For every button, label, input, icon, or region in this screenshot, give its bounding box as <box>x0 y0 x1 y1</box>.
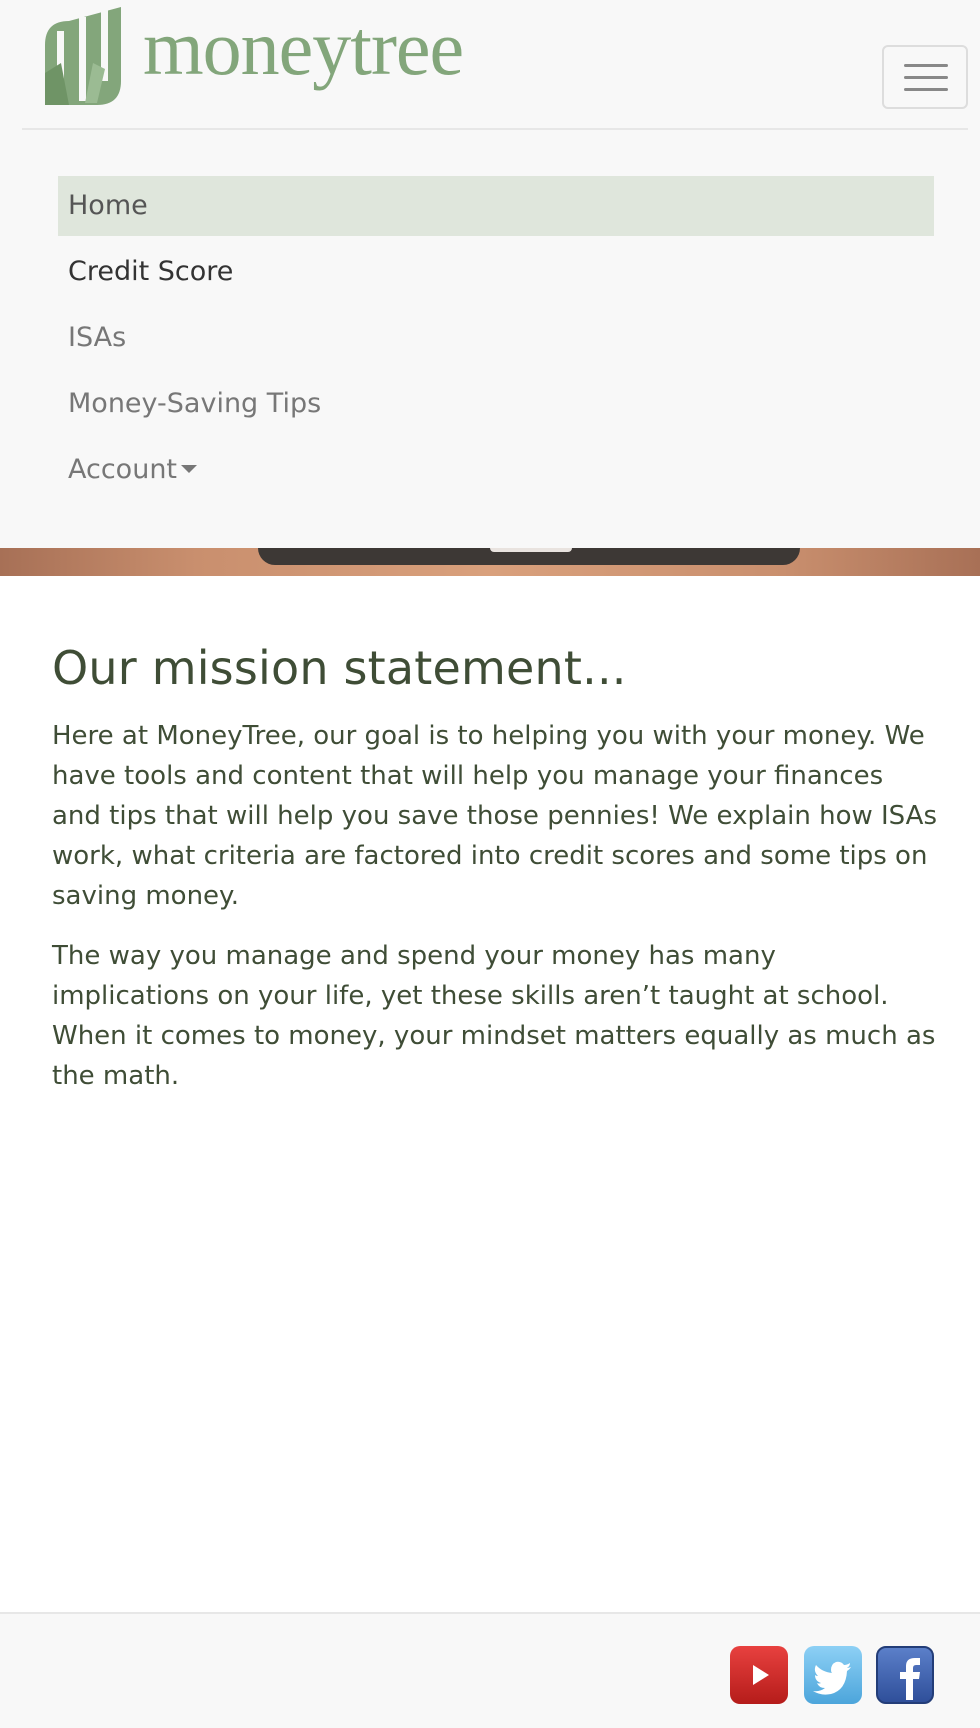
hero-image-strip <box>0 548 980 576</box>
nav-item-label: Money-Saving Tips <box>68 388 322 419</box>
navbar-toggle-button[interactable] <box>882 45 968 109</box>
caret-down-icon <box>181 464 198 473</box>
facebook-f-icon <box>900 1658 920 1700</box>
facebook-icon[interactable] <box>876 1646 934 1704</box>
nav-item-label: Home <box>68 190 148 221</box>
bird-icon <box>813 1661 851 1695</box>
laptop-highlight <box>490 548 572 552</box>
mission-heading: Our mission statement... <box>52 641 627 695</box>
mission-paragraph-2: The way you manage and spend your money … <box>52 941 936 1091</box>
youtube-icon[interactable] <box>730 1646 788 1704</box>
mission-paragraph-1: Here at MoneyTree, our goal is to helpin… <box>52 721 938 911</box>
hamburger-icon-bar-2 <box>904 76 948 79</box>
main-content: Our mission statement... Here at MoneyTr… <box>52 640 940 1096</box>
moneytree-logo-icon <box>45 7 121 105</box>
nav-item-isas[interactable]: ISAs <box>58 308 934 368</box>
navbar: moneytree Home Credit Score ISAs Money-S… <box>0 0 980 548</box>
hamburger-icon-bar-3 <box>904 88 948 91</box>
nav-item-money-saving-tips[interactable]: Money-Saving Tips <box>58 374 934 434</box>
nav-item-credit-score[interactable]: Credit Score <box>58 242 934 302</box>
nav-item-label: Account <box>68 454 178 485</box>
brand-logo[interactable]: moneytree <box>41 3 491 105</box>
hamburger-icon-bar-1 <box>904 64 948 67</box>
nav-item-account-dropdown[interactable]: Account <box>58 440 934 500</box>
nav-menu: Home Credit Score ISAs Money-Saving Tips… <box>58 176 934 500</box>
nav-item-home[interactable]: Home <box>58 176 934 236</box>
navbar-divider <box>22 128 968 130</box>
play-icon <box>753 1665 769 1685</box>
twitter-icon[interactable] <box>804 1646 862 1704</box>
brand-name: moneytree <box>143 4 464 91</box>
nav-item-label: ISAs <box>68 322 127 353</box>
footer <box>0 1612 980 1728</box>
nav-item-label: Credit Score <box>68 256 234 287</box>
